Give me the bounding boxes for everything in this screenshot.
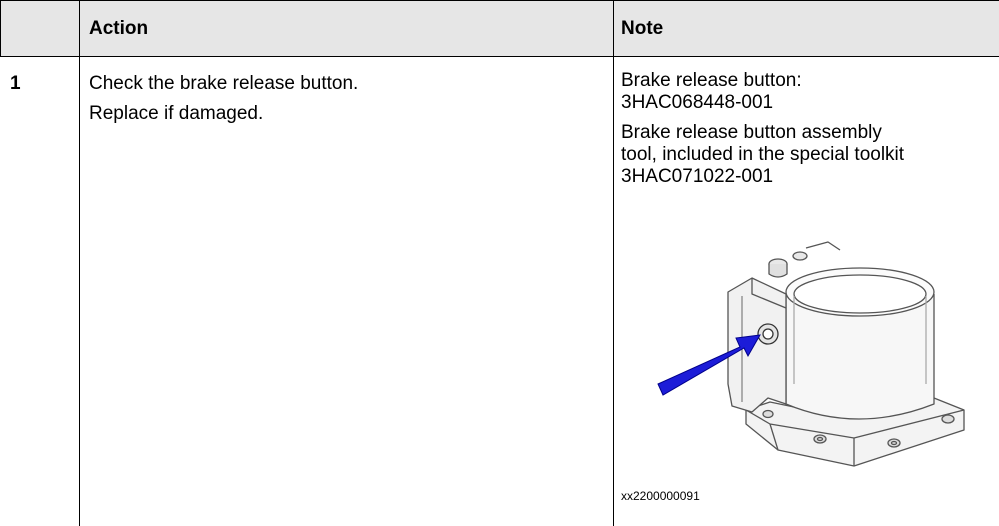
note-line: tool, included in the special toolkit	[621, 144, 905, 165]
column-divider-1	[0, 0, 1, 56]
figure-id: xx2200000091	[621, 489, 700, 503]
step-number: 1	[10, 73, 21, 94]
note-line: Brake release button:	[621, 70, 802, 91]
procedure-table: Action Note 1 Check the brake release bu…	[0, 0, 999, 526]
action-line: Replace if damaged.	[89, 103, 264, 124]
table-top-border	[0, 0, 999, 1]
side-bracket	[727, 277, 787, 413]
note-cell: Brake release button: 3HAC068448-001 Bra…	[621, 70, 999, 196]
note-paragraph: Brake release button assembly tool, incl…	[621, 122, 999, 188]
note-line: 3HAC071022-001	[621, 166, 774, 187]
note-line: 3HAC068448-001	[621, 92, 774, 113]
column-divider-2	[79, 0, 80, 526]
header-bottom-border	[0, 56, 999, 57]
header-action: Action	[89, 18, 149, 39]
note-line: Brake release button assembly	[621, 122, 882, 143]
note-paragraph: Brake release button: 3HAC068448-001	[621, 70, 999, 114]
header-note: Note	[621, 18, 664, 39]
table-header-row	[0, 0, 999, 56]
brake-release-button-figure	[657, 241, 965, 467]
action-line: Check the brake release button.	[89, 73, 359, 94]
column-divider-3	[613, 0, 614, 526]
